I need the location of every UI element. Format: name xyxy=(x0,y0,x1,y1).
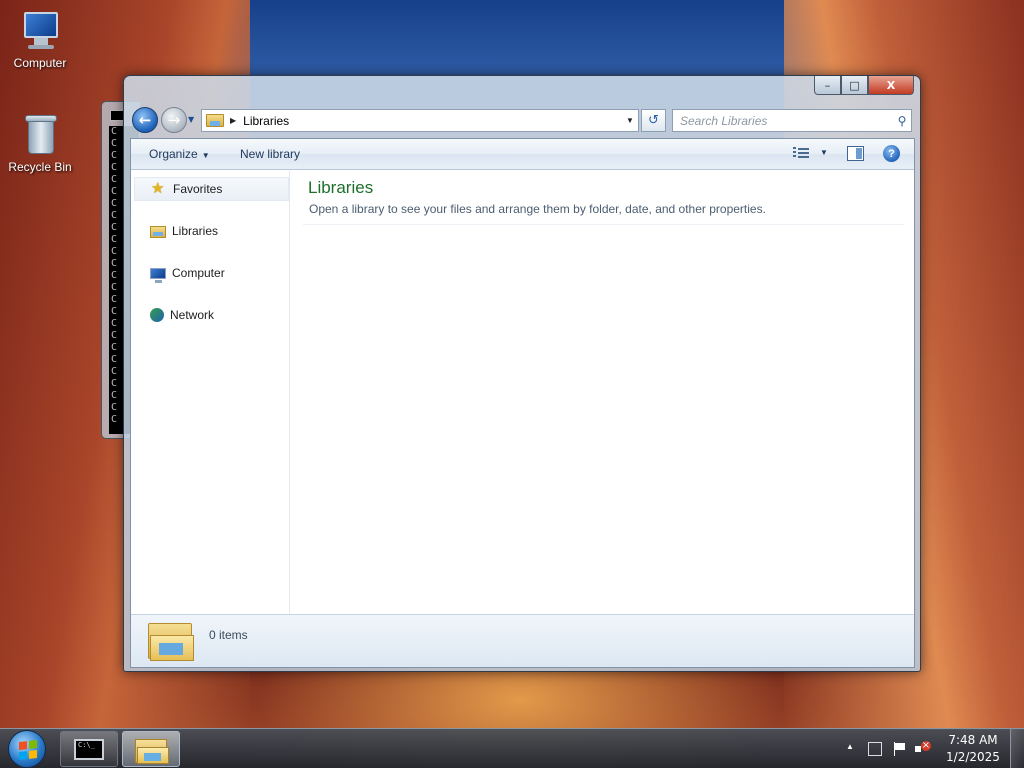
volume-muted-icon[interactable] xyxy=(915,741,931,756)
command-prompt-icon: C:\_ xyxy=(74,739,104,760)
taskbar: C:\_ ▲ 7:48 AM 1/2/2025 xyxy=(0,728,1024,768)
organize-label: Organize xyxy=(149,147,198,161)
organize-button[interactable]: Organize ▼ xyxy=(149,147,210,161)
libraries-icon xyxy=(206,114,224,127)
breadcrumb-libraries[interactable]: Libraries xyxy=(243,114,289,128)
taskbar-windows-explorer[interactable] xyxy=(122,731,180,767)
recent-pages-dropdown[interactable]: ▼ xyxy=(188,115,194,124)
divider xyxy=(303,224,904,225)
libraries-folder-icon xyxy=(148,621,194,661)
maximize-button[interactable]: □ xyxy=(841,76,868,95)
item-count: 0 items xyxy=(209,628,248,642)
clock-date: 1/2/2025 xyxy=(946,750,1000,764)
back-arrow-icon: ← xyxy=(138,111,152,129)
search-box[interactable]: Search Libraries ⚲ xyxy=(672,109,912,132)
network-icon xyxy=(150,308,164,322)
computer-icon xyxy=(20,8,60,52)
explorer-window[interactable]: – □ X ← → ▼ ▶ Libraries ▼ ↺ Search Libra… xyxy=(123,75,921,672)
explorer-content: Organize ▼ New library ▼ ? ★ Favorites Li… xyxy=(130,138,915,668)
help-icon[interactable]: ? xyxy=(883,145,900,162)
taskbar-command-prompt[interactable]: C:\_ xyxy=(60,731,118,767)
chevron-down-icon: ▼ xyxy=(201,151,210,160)
caption-buttons: – □ X xyxy=(814,76,914,95)
system-clock[interactable]: 7:48 AM 1/2/2025 xyxy=(946,732,1000,766)
navigation-bar: ← → ▼ ▶ Libraries ▼ ↺ Search Libraries ⚲ xyxy=(132,106,912,134)
desktop-icon-recycle-bin[interactable]: Recycle Bin xyxy=(0,112,80,174)
details-pane: 0 items xyxy=(131,614,914,667)
nav-item-favorites[interactable]: ★ Favorites xyxy=(134,177,289,201)
close-button[interactable]: X xyxy=(868,76,914,95)
refresh-icon: ↺ xyxy=(648,113,659,128)
start-button[interactable] xyxy=(8,730,46,768)
command-prompt-icon xyxy=(110,110,124,121)
refresh-button[interactable]: ↺ xyxy=(641,109,666,132)
search-icon[interactable]: ⚲ xyxy=(893,114,911,128)
desktop-icon-label: Recycle Bin xyxy=(8,160,72,174)
new-library-button[interactable]: New library xyxy=(240,147,300,161)
windows-logo-icon xyxy=(19,740,37,760)
libraries-icon xyxy=(150,226,166,238)
forward-arrow-icon: → xyxy=(167,111,181,129)
nav-item-libraries[interactable]: Libraries xyxy=(134,219,289,243)
windows-explorer-icon xyxy=(135,736,169,764)
nav-item-label: Computer xyxy=(172,266,225,280)
nav-item-computer[interactable]: Computer xyxy=(134,261,289,285)
desktop-icon-label: Computer xyxy=(13,56,67,70)
minimize-button[interactable]: – xyxy=(814,76,841,95)
navigation-pane: ★ Favorites Libraries Computer Network xyxy=(131,171,290,614)
address-history-dropdown-icon[interactable]: ▼ xyxy=(622,116,638,125)
page-title: Libraries xyxy=(308,178,374,197)
preview-pane-icon[interactable] xyxy=(847,146,864,161)
clock-time: 7:48 AM xyxy=(948,733,998,747)
address-bar[interactable]: ▶ Libraries ▼ xyxy=(201,109,639,132)
desktop-icon-computer[interactable]: Computer xyxy=(0,8,80,70)
nav-item-label: Favorites xyxy=(173,182,223,196)
recycle-bin-icon xyxy=(20,112,60,156)
computer-icon xyxy=(150,268,166,283)
command-bar: Organize ▼ New library ▼ ? xyxy=(131,139,914,170)
show-desktop-button[interactable] xyxy=(1010,729,1024,768)
back-button[interactable]: ← xyxy=(132,107,158,133)
view-options-dropdown[interactable]: ▼ xyxy=(820,148,828,157)
forward-button[interactable]: → xyxy=(161,107,187,133)
nav-item-label: Libraries xyxy=(172,224,219,238)
page-description: Open a library to see your files and arr… xyxy=(309,202,766,216)
nav-item-network[interactable]: Network xyxy=(134,303,289,327)
search-input[interactable]: Search Libraries xyxy=(673,114,893,128)
breadcrumb-chevron-icon[interactable]: ▶ xyxy=(230,116,236,125)
nav-item-label: Network xyxy=(170,308,215,322)
network-tray-icon[interactable] xyxy=(868,742,882,756)
file-list-pane[interactable]: Libraries Open a library to see your fil… xyxy=(291,171,914,614)
show-hidden-icons-button[interactable]: ▲ xyxy=(846,742,854,768)
star-icon: ★ xyxy=(151,180,165,197)
action-center-flag-icon[interactable] xyxy=(893,742,907,756)
change-view-icon[interactable] xyxy=(793,146,809,160)
